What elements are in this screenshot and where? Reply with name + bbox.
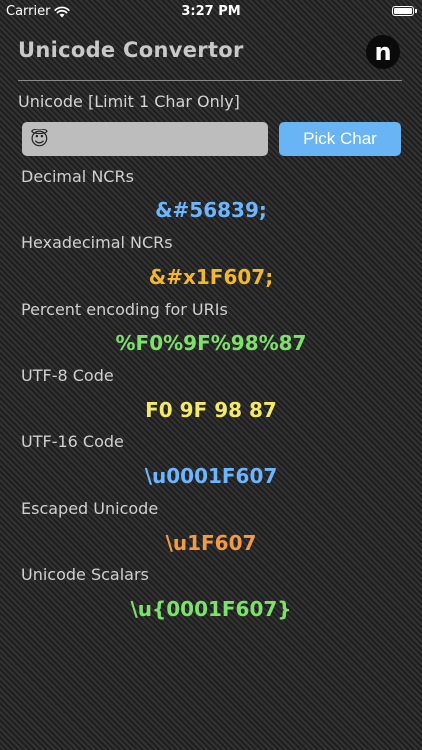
decimal-ncr-label: Decimal NCRs — [21, 167, 134, 186]
utf16-label: UTF-16 Code — [21, 432, 124, 451]
unicode-scalars-label: Unicode Scalars — [21, 565, 149, 584]
app-logo-button[interactable]: n — [366, 35, 400, 69]
title-divider — [18, 80, 402, 81]
pick-char-button[interactable]: Pick Char — [279, 122, 401, 156]
unicode-scalars-value: \u{0001F607} — [130, 597, 292, 621]
percent-encoding-label: Percent encoding for URIs — [21, 300, 228, 319]
battery-tip — [415, 9, 417, 13]
utf16-value: \u0001F607 — [144, 464, 278, 488]
unicode-input-label: Unicode [Limit 1 Char Only] — [18, 92, 240, 111]
escaped-unicode-label: Escaped Unicode — [21, 499, 159, 518]
status-bar: Carrier 3:27 PM — [0, 0, 422, 24]
logo-letter: n — [374, 38, 392, 66]
unicode-char-input[interactable] — [22, 122, 268, 156]
hex-ncr-label: Hexadecimal NCRs — [21, 233, 173, 252]
battery-icon — [392, 6, 414, 16]
decimal-ncr-value: &#56839; — [155, 198, 267, 222]
utf8-label: UTF-8 Code — [21, 366, 114, 385]
percent-encoding-value: %F0%9F%98%87 — [115, 331, 307, 355]
utf8-value: F0 9F 98 87 — [145, 398, 277, 422]
escaped-unicode-value: \u1F607 — [165, 531, 257, 555]
status-time: 3:27 PM — [181, 4, 241, 19]
app-title: Unicode Convertor — [18, 38, 244, 62]
hex-ncr-value: &#x1F607; — [148, 265, 274, 289]
